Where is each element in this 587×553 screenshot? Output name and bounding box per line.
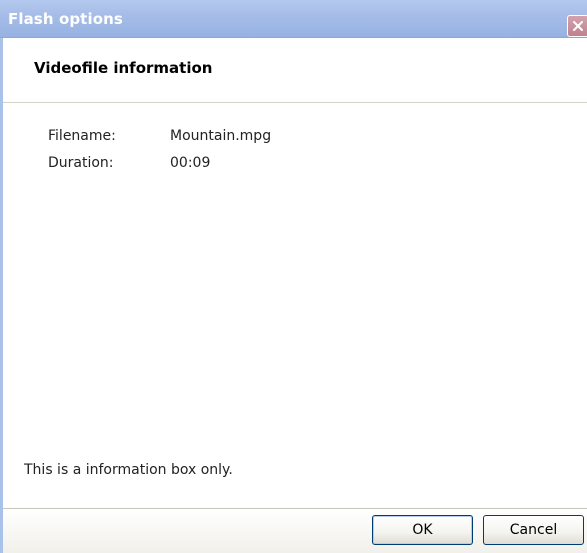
info-row-duration: Duration: 00:09 [0,155,587,175]
section-header: Videofile information [3,38,587,103]
cancel-button[interactable]: Cancel [483,515,584,545]
filename-value: Mountain.mpg [170,128,272,144]
duration-label: Duration: [48,155,114,171]
ok-button[interactable]: OK [372,515,473,545]
filename-label: Filename: [48,128,116,144]
close-icon [572,20,584,32]
duration-value: 00:09 [170,155,211,171]
window-title: Flash options [8,10,123,28]
title-bar[interactable]: Flash options [0,0,587,38]
dialog-window: Flash options Videofile information File… [0,0,587,553]
info-note: This is a information box only. [24,462,233,478]
close-button[interactable] [567,15,587,37]
window-frame-left [0,38,3,553]
section-title: Videofile information [34,59,213,77]
info-row-filename: Filename: Mountain.mpg [0,128,587,148]
